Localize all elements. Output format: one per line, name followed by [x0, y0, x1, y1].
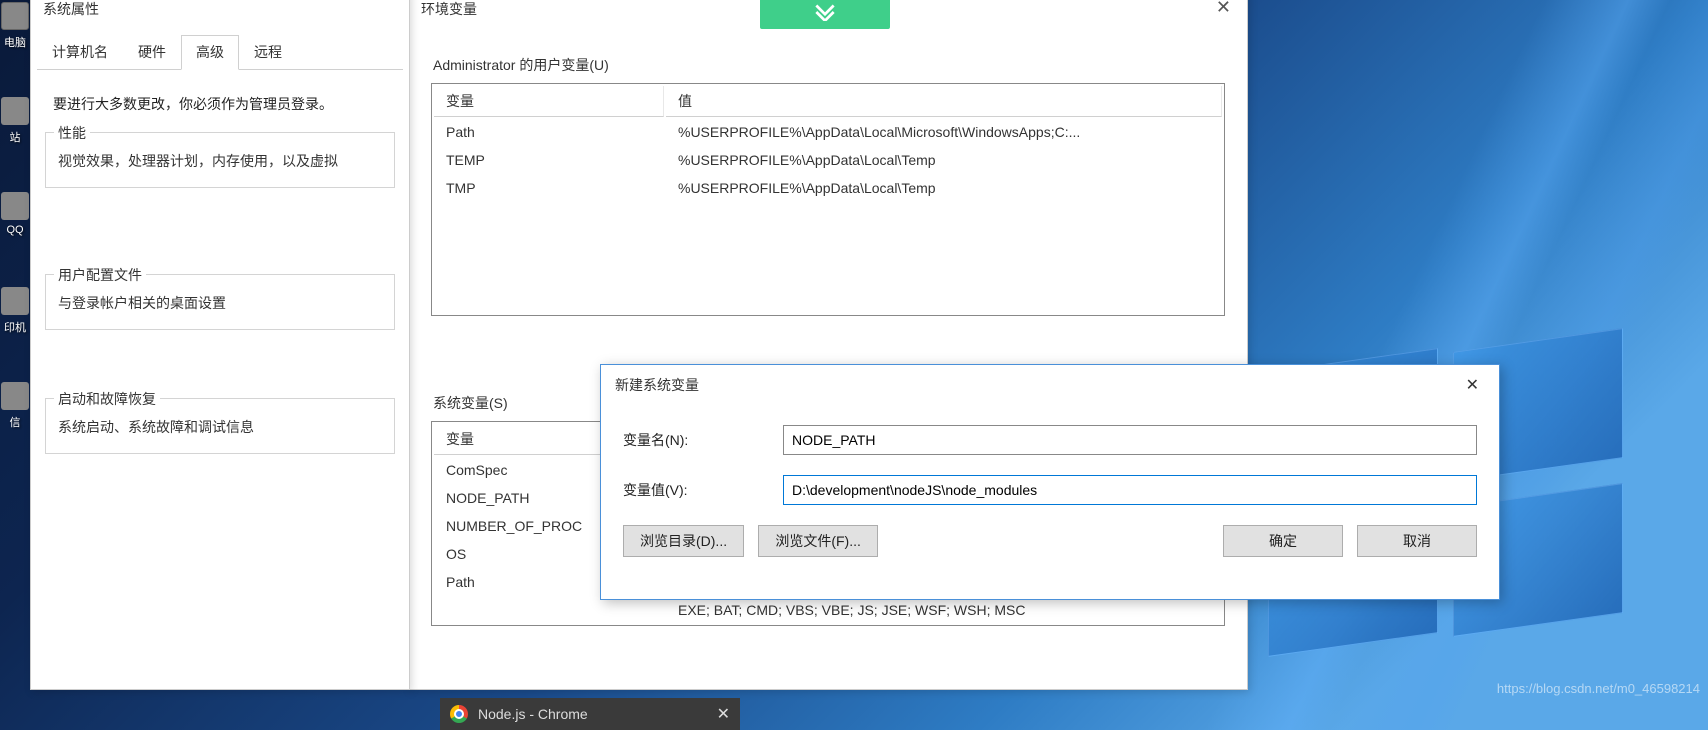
sysprops-title: 系统属性	[31, 0, 409, 27]
cancel-button[interactable]: 取消	[1357, 525, 1477, 557]
profile-legend: 用户配置文件	[54, 265, 146, 285]
download-arrow-icon	[812, 3, 838, 21]
browse-file-button[interactable]: 浏览文件(F)...	[758, 525, 878, 557]
perf-legend: 性能	[54, 123, 90, 143]
startup-legend: 启动和故障恢复	[54, 389, 160, 409]
envvars-close-button[interactable]: ✕	[1216, 0, 1231, 18]
printer-icon	[1, 287, 29, 315]
user-vars-label: Administrator 的用户变量(U)	[433, 55, 1225, 75]
admin-note: 要进行大多数更改，你必须作为管理员登录。	[53, 94, 387, 114]
desktop-icon-qq[interactable]: QQ	[0, 190, 30, 285]
desktop-icon-computer[interactable]: 电脑	[0, 0, 30, 95]
tab-advanced[interactable]: 高级	[181, 35, 239, 70]
newvar-title: 新建系统变量	[615, 375, 699, 395]
desktop-icons-column: 电脑 站 QQ 印机 信	[0, 0, 30, 475]
wechat-icon	[1, 382, 29, 410]
col-var-header[interactable]: 变量	[434, 86, 664, 117]
table-row[interactable]: Path%USERPROFILE%\AppData\Local\Microsof…	[434, 119, 1222, 145]
desktop-icon-wechat[interactable]: 信	[0, 380, 30, 475]
startup-fieldset: 启动和故障恢复 系统启动、系统故障和调试信息	[45, 398, 395, 454]
recycle-icon	[1, 97, 29, 125]
desktop-icon-recycle[interactable]: 站	[0, 95, 30, 190]
table-row: EXE; BAT; CMD; VBS; VBE; JS; JSE; WSF; W…	[434, 597, 1222, 623]
table-row[interactable]: TEMP%USERPROFILE%\AppData\Local\Temp	[434, 147, 1222, 173]
newvar-close-button[interactable]: ✕	[1460, 373, 1485, 397]
browse-dir-button[interactable]: 浏览目录(D)...	[623, 525, 744, 557]
taskbar-nodejs-chrome[interactable]: Node.js - Chrome ✕	[440, 698, 740, 730]
download-button[interactable]	[760, 0, 890, 29]
tab-computer-name[interactable]: 计算机名	[37, 35, 123, 69]
tab-remote[interactable]: 远程	[239, 35, 297, 69]
taskbar-close-button[interactable]: ✕	[717, 704, 730, 724]
sysprops-tabs: 计算机名 硬件 高级 远程	[37, 35, 403, 70]
chrome-icon	[450, 705, 468, 723]
user-vars-table[interactable]: 变量 值 Path%USERPROFILE%\AppData\Local\Mic…	[431, 83, 1225, 316]
var-name-input[interactable]	[783, 425, 1477, 455]
var-value-label: 变量值(V):	[623, 480, 783, 500]
profile-desc: 与登录帐户相关的桌面设置	[58, 293, 382, 313]
perf-desc: 视觉效果，处理器计划，内存使用，以及虚拟	[58, 151, 382, 171]
perf-fieldset: 性能 视觉效果，处理器计划，内存使用，以及虚拟	[45, 132, 395, 188]
monitor-icon	[1, 2, 29, 30]
system-properties-dialog: 系统属性 计算机名 硬件 高级 远程 要进行大多数更改，你必须作为管理员登录。 …	[30, 0, 410, 690]
startup-desc: 系统启动、系统故障和调试信息	[58, 417, 382, 437]
profile-fieldset: 用户配置文件 与登录帐户相关的桌面设置	[45, 274, 395, 330]
col-val-header[interactable]: 值	[666, 86, 1222, 117]
ok-button[interactable]: 确定	[1223, 525, 1343, 557]
qq-icon	[1, 192, 29, 220]
new-system-variable-dialog: 新建系统变量 ✕ 变量名(N): 变量值(V): 浏览目录(D)... 浏览文件…	[600, 364, 1500, 600]
tab-hardware[interactable]: 硬件	[123, 35, 181, 69]
taskbar-label: Node.js - Chrome	[478, 706, 588, 722]
table-row[interactable]: TMP%USERPROFILE%\AppData\Local\Temp	[434, 175, 1222, 201]
watermark-text: https://blog.csdn.net/m0_46598214	[1497, 681, 1700, 696]
desktop-icon-printer[interactable]: 印机	[0, 285, 30, 380]
var-value-input[interactable]	[783, 475, 1477, 505]
var-name-label: 变量名(N):	[623, 430, 783, 450]
